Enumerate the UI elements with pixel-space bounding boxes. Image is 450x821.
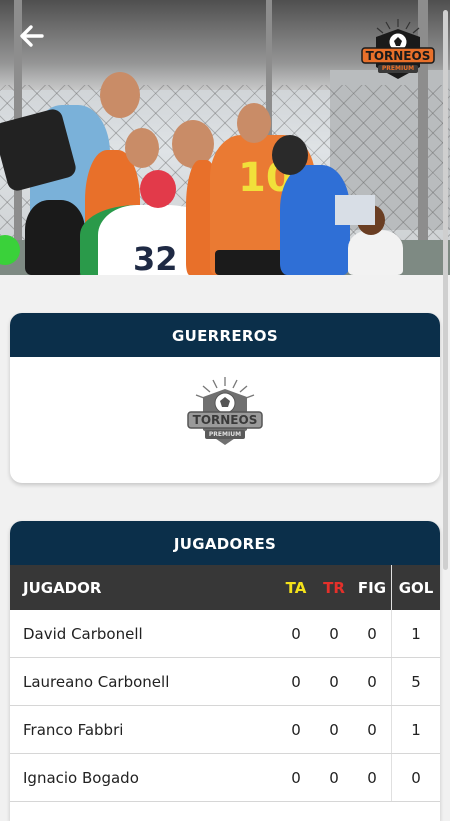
player-head bbox=[237, 103, 271, 143]
back-button[interactable] bbox=[16, 20, 48, 52]
spectator bbox=[348, 230, 403, 275]
table-row[interactable]: Laureano Carbonell 0 0 0 5 bbox=[10, 657, 440, 706]
yellow-cards-value: 0 bbox=[277, 657, 315, 706]
players-table: JUGADOR TA TR FIG GOL David Carbonell 0 … bbox=[10, 565, 440, 802]
table-header-row: JUGADOR TA TR FIG GOL bbox=[10, 565, 440, 610]
players-card-title: JUGADORES bbox=[10, 521, 440, 565]
yellow-cards-value: 0 bbox=[277, 705, 315, 754]
player-head bbox=[100, 72, 140, 118]
goals-value: 1 bbox=[391, 610, 440, 658]
scrollbar[interactable] bbox=[443, 10, 448, 570]
banner bbox=[335, 195, 375, 225]
player-name: David Carbonell bbox=[10, 610, 277, 658]
player-cap bbox=[140, 170, 176, 208]
player-shorts bbox=[215, 250, 290, 275]
red-cards-value: 0 bbox=[315, 753, 353, 802]
team-logo-subtitle: PREMIUM bbox=[208, 431, 242, 438]
jersey-number: 32 bbox=[133, 240, 178, 275]
table-row[interactable]: Ignacio Bogado 0 0 0 0 bbox=[10, 753, 440, 802]
column-header-goals: GOL bbox=[391, 565, 440, 610]
figure-value: 0 bbox=[353, 705, 392, 754]
team-card: GUERREROS TORNEOS PREMIUM bbox=[10, 313, 440, 483]
red-cards-value: 0 bbox=[315, 610, 353, 658]
logo-title: TORNEOS bbox=[365, 49, 431, 63]
player-shorts bbox=[25, 200, 85, 275]
column-header-figure: FIG bbox=[357, 578, 387, 597]
column-header-red-cards: TR bbox=[323, 578, 345, 597]
table-row[interactable]: Franco Fabbri 0 0 0 1 bbox=[10, 705, 440, 754]
player-name: Laureano Carbonell bbox=[10, 657, 277, 706]
goals-value: 1 bbox=[391, 705, 440, 754]
arrow-left-icon bbox=[20, 25, 44, 47]
player-name: Franco Fabbri bbox=[10, 705, 277, 754]
yellow-cards-value: 0 bbox=[277, 753, 315, 802]
red-cards-value: 0 bbox=[315, 657, 353, 706]
column-header-player: JUGADOR bbox=[23, 578, 102, 597]
figure-value: 0 bbox=[353, 610, 392, 658]
player-name: Ignacio Bogado bbox=[10, 753, 277, 802]
team-hero-photo: 32 10 TORNEOS PREMIUM bbox=[0, 0, 450, 275]
goals-value: 5 bbox=[391, 657, 440, 706]
yellow-cards-value: 0 bbox=[277, 610, 315, 658]
red-cards-value: 0 bbox=[315, 705, 353, 754]
team-name: GUERREROS bbox=[10, 313, 440, 357]
player-head bbox=[125, 128, 159, 168]
goals-value: 0 bbox=[391, 753, 440, 802]
figure-value: 0 bbox=[353, 657, 392, 706]
figure-value: 0 bbox=[353, 753, 392, 802]
logo-subtitle: PREMIUM bbox=[381, 65, 415, 72]
player-head bbox=[272, 135, 308, 175]
table-row[interactable]: David Carbonell 0 0 0 1 bbox=[10, 610, 440, 658]
team-logo-title: TORNEOS bbox=[192, 413, 258, 427]
column-header-yellow-cards: TA bbox=[285, 578, 307, 597]
players-card: JUGADORES JUGADOR TA TR FIG GOL David Ca… bbox=[10, 521, 440, 821]
team-logo: TORNEOS PREMIUM bbox=[186, 375, 264, 453]
torneos-premium-logo: TORNEOS PREMIUM bbox=[358, 15, 438, 85]
